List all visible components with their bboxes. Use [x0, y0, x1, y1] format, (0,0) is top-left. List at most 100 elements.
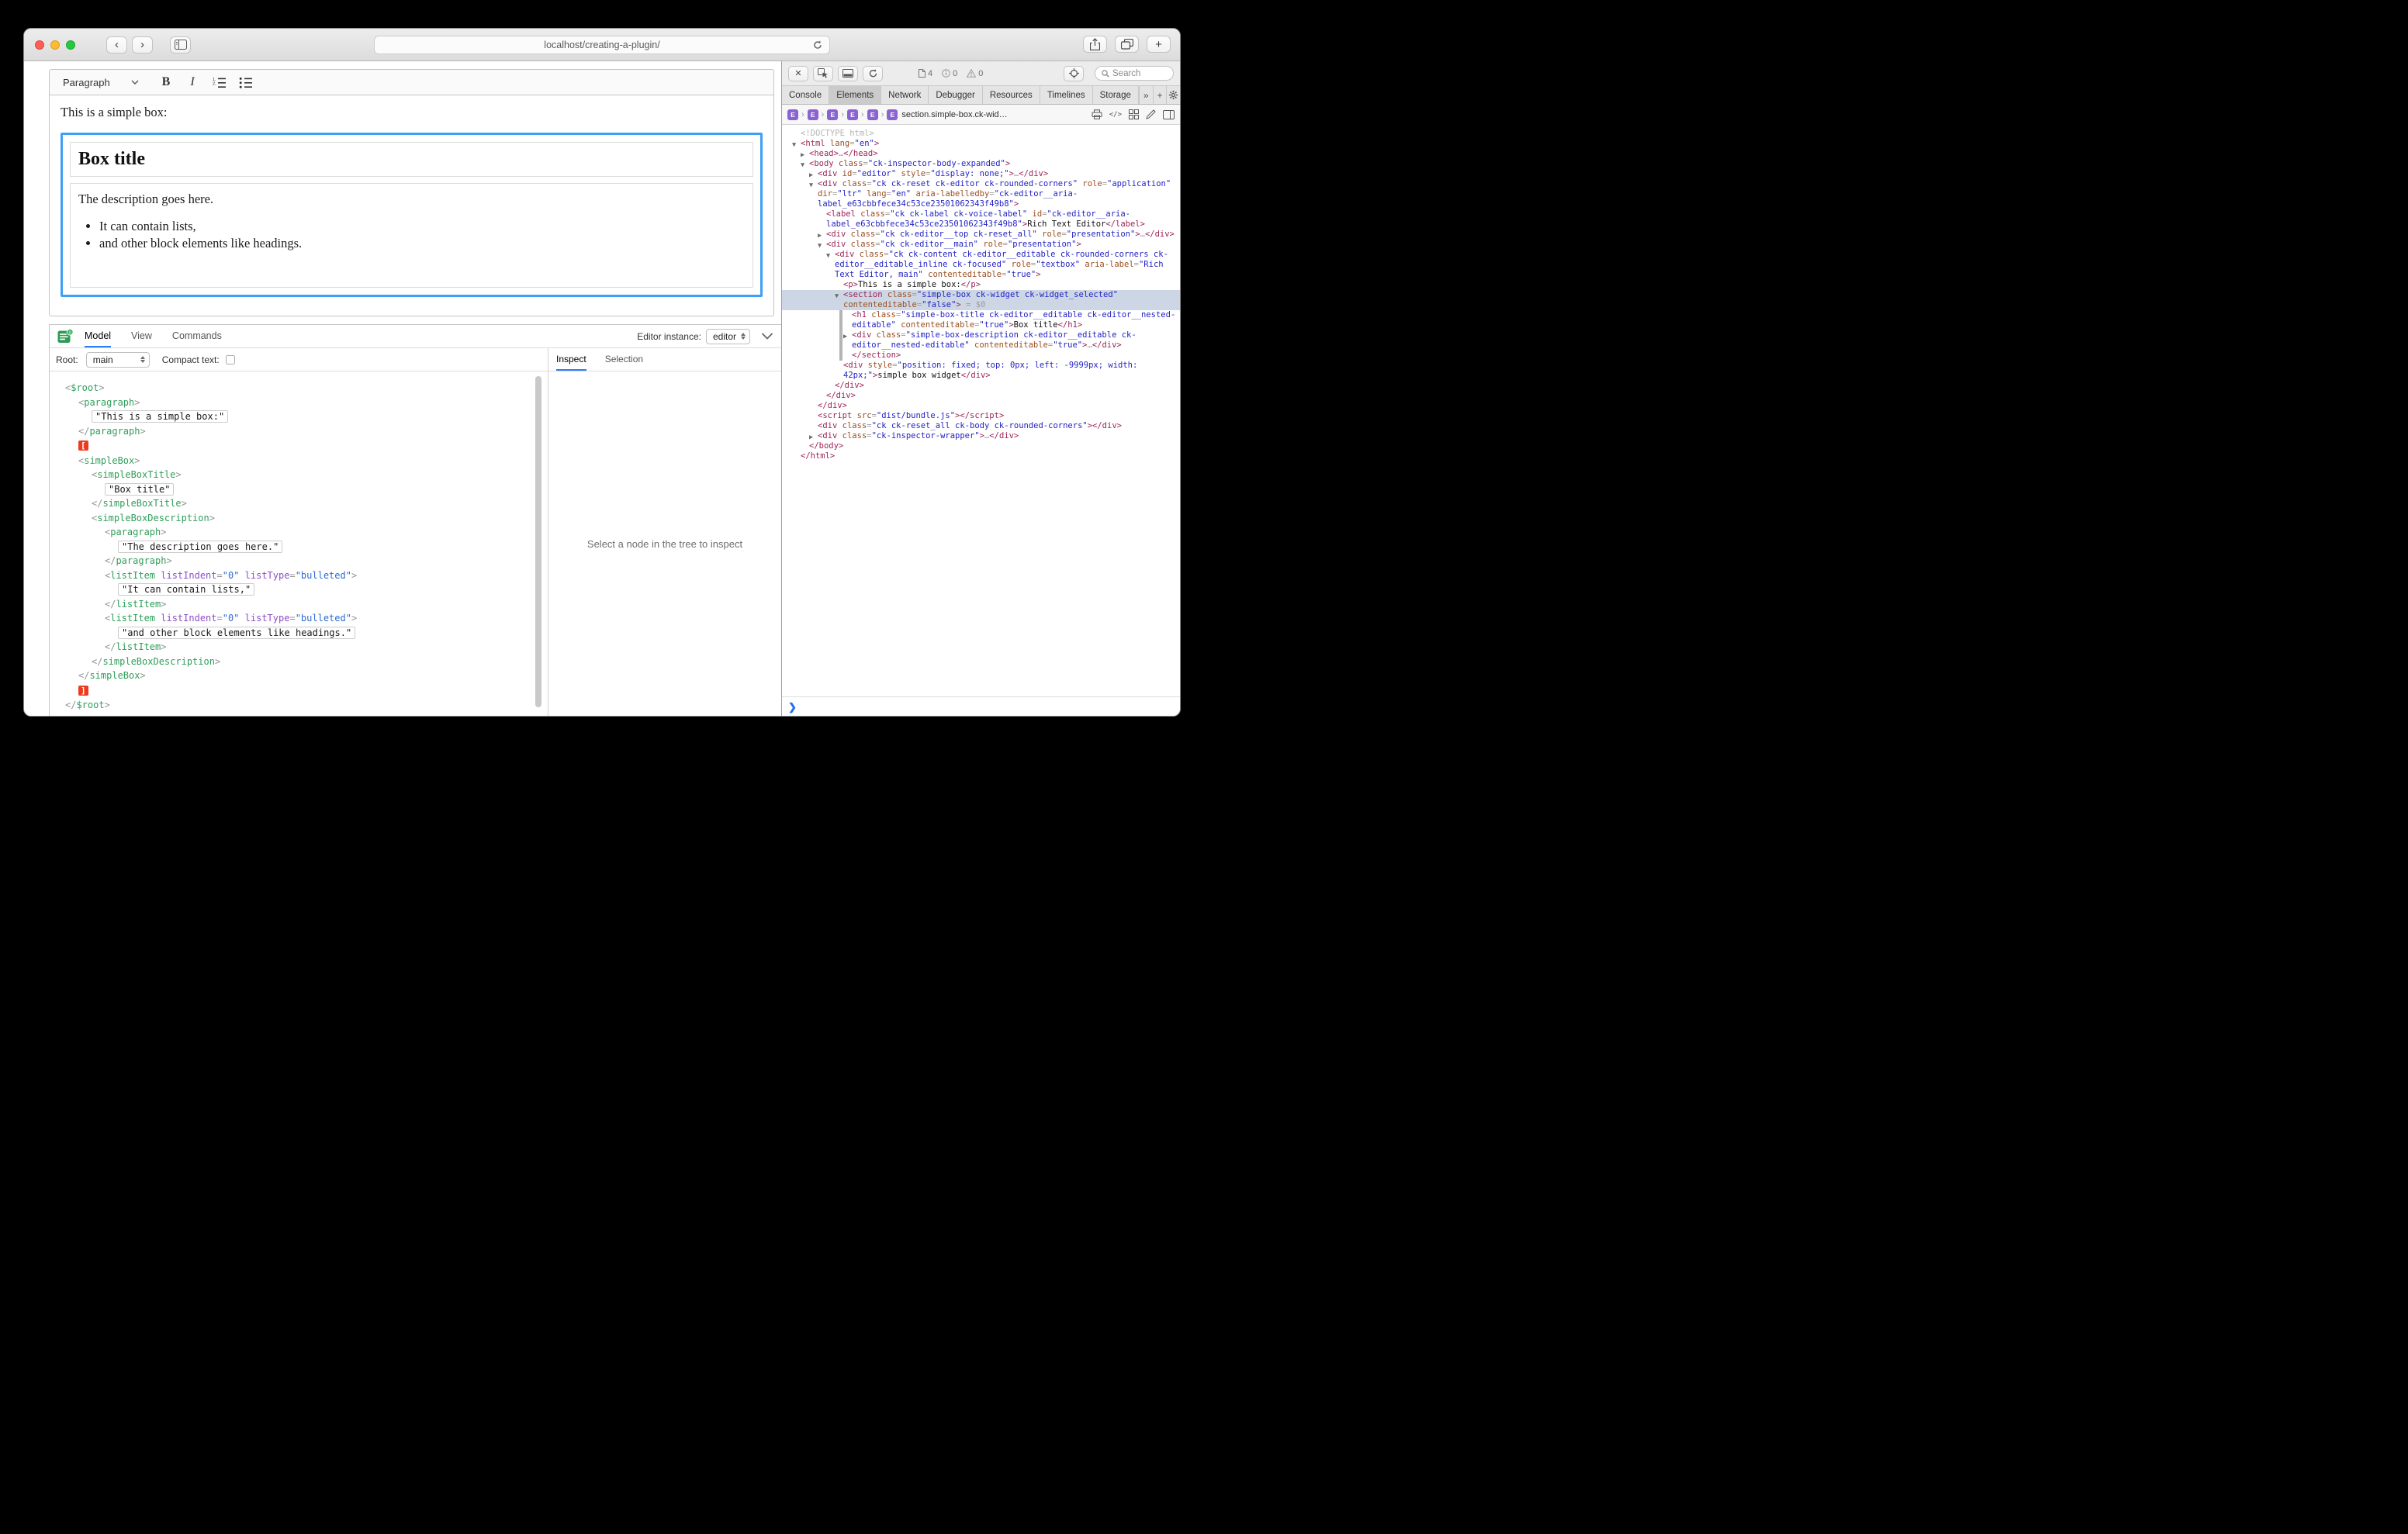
element-badge[interactable]: E	[808, 109, 818, 120]
inspector-collapse-button[interactable]	[761, 333, 773, 340]
collapse-arrow-icon[interactable]: ▼	[835, 292, 839, 302]
dom-tree-line[interactable]: <label class="ck ck-label ck-voice-label…	[782, 209, 1180, 230]
simple-box-widget[interactable]: Box title The description goes here. It …	[61, 133, 763, 297]
resource-count-badge[interactable]: 4	[919, 69, 932, 78]
console-prompt[interactable]: ❯	[782, 696, 1180, 717]
inspector-tab-model[interactable]: Model	[85, 325, 111, 347]
devtools-tab-debugger[interactable]: Debugger	[929, 86, 983, 104]
model-tree-line[interactable]: <paragraph>	[57, 525, 529, 540]
devtools-add-tab-button[interactable]: +	[1153, 86, 1167, 104]
dom-tree-line[interactable]: ▶<div id="editor" style="display: none;"…	[782, 169, 1180, 179]
numbered-list-button[interactable]: 1.2.	[208, 72, 230, 92]
dom-tree-line[interactable]: ▶<div class="ck-inspector-wrapper">…</di…	[782, 431, 1180, 441]
dom-tree-line[interactable]: ▶<div class="simple-box-description ck-e…	[782, 330, 1180, 351]
print-icon[interactable]	[1092, 109, 1102, 119]
tab-overview-button[interactable]	[1115, 36, 1139, 53]
dom-tree-line[interactable]: </html>	[782, 451, 1180, 461]
model-tree-line[interactable]: </simpleBoxTitle>	[57, 496, 529, 511]
model-tree-line[interactable]: ]	[57, 683, 529, 699]
italic-button[interactable]: I	[182, 72, 203, 92]
edit-pencil-icon[interactable]	[1146, 109, 1156, 119]
bulleted-list-button[interactable]	[234, 72, 256, 92]
inspector-side-tab-inspect[interactable]: Inspect	[556, 348, 586, 371]
dom-tree-line[interactable]: ▼<body class="ck-inspector-body-expanded…	[782, 159, 1180, 169]
list-item[interactable]: It can contain lists,	[99, 219, 745, 234]
model-tree-line[interactable]: <simpleBoxDescription>	[57, 511, 529, 526]
collapse-arrow-icon[interactable]: ▼	[826, 251, 830, 261]
model-tree-line[interactable]: "and other block elements like headings.…	[57, 626, 529, 641]
model-tree-line[interactable]: </listItem>	[57, 597, 529, 612]
dom-tree-line[interactable]: ▶<head>…</head>	[782, 149, 1180, 159]
model-tree-line[interactable]: <listItem listIndent="0" listType="bulle…	[57, 611, 529, 626]
expand-arrow-icon[interactable]: ▶	[843, 332, 847, 342]
reload-icon[interactable]	[812, 40, 823, 50]
sidebar-toggle-button[interactable]	[170, 36, 191, 54]
dom-tree-line[interactable]: <p>This is a simple box:</p>	[782, 280, 1180, 290]
dom-tree-line[interactable]: </section>	[782, 351, 1180, 361]
model-tree-line[interactable]: <$root>	[57, 381, 529, 396]
model-tree-line[interactable]: "This is a simple box:"	[57, 409, 529, 424]
inspector-tab-view[interactable]: View	[131, 325, 152, 347]
model-tree-line[interactable]: "The description goes here."	[57, 540, 529, 555]
model-tree-line[interactable]: "It can contain lists,"	[57, 582, 529, 597]
intro-paragraph[interactable]: This is a simple box:	[61, 105, 763, 120]
dock-side-button[interactable]	[838, 66, 858, 81]
list-item[interactable]: and other block elements like headings.	[99, 236, 745, 251]
model-tree-line[interactable]: <paragraph>	[57, 396, 529, 410]
heading-dropdown[interactable]: Paragraph	[56, 72, 146, 92]
devtools-reload-button[interactable]	[863, 66, 883, 81]
model-tree-line[interactable]: [	[57, 438, 529, 454]
devtools-more-tabs-button[interactable]: »	[1139, 86, 1153, 104]
dom-tree-line[interactable]: ▼<html lang="en">	[782, 139, 1180, 149]
breadcrumb-current-node[interactable]: section.simple-box.ck-wid…	[901, 110, 1007, 119]
devtools-tab-storage[interactable]: Storage	[1093, 86, 1139, 104]
dom-tree-line[interactable]: </div>	[782, 391, 1180, 401]
element-search-target-button[interactable]	[1064, 66, 1084, 81]
devtools-settings-button[interactable]	[1166, 86, 1180, 104]
inspector-tab-commands[interactable]: Commands	[172, 325, 222, 347]
inspector-side-tab-selection[interactable]: Selection	[605, 348, 643, 371]
dom-tree-line[interactable]: <h1 class="simple-box-title ck-editor__e…	[782, 310, 1180, 330]
element-badge[interactable]: E	[887, 109, 898, 120]
bold-button[interactable]: B	[155, 72, 177, 92]
simple-box-description-editable[interactable]: The description goes here. It can contai…	[70, 183, 753, 288]
element-badge[interactable]: E	[867, 109, 878, 120]
root-select[interactable]: main	[86, 352, 150, 368]
details-sidebar-icon[interactable]	[1163, 110, 1175, 119]
minimize-window-button[interactable]	[50, 40, 60, 50]
devtools-tab-console[interactable]: Console	[782, 86, 829, 104]
console-info-count[interactable]: 0	[942, 69, 957, 78]
element-badge[interactable]: E	[827, 109, 838, 120]
dom-tree-line[interactable]: <div class="ck ck-reset_all ck-body ck-r…	[782, 421, 1180, 431]
editor-instance-select[interactable]: editor	[706, 329, 750, 344]
zoom-window-button[interactable]	[66, 40, 75, 50]
model-tree-line[interactable]: </listItem>	[57, 640, 529, 655]
box-title-heading[interactable]: Box title	[78, 149, 745, 170]
model-tree-line[interactable]: </simpleBoxDescription>	[57, 655, 529, 669]
dom-tree-line[interactable]: ▼<div class="ck ck-editor__main" role="p…	[782, 240, 1180, 250]
model-tree-line[interactable]: </paragraph>	[57, 424, 529, 439]
model-tree-line[interactable]: <simpleBoxTitle>	[57, 468, 529, 482]
model-tree-scrollbar[interactable]	[535, 376, 541, 707]
devtools-tab-resources[interactable]: Resources	[983, 86, 1040, 104]
devtools-tab-timelines[interactable]: Timelines	[1040, 86, 1093, 104]
dom-tree-line[interactable]: </div>	[782, 381, 1180, 391]
compact-text-checkbox[interactable]	[226, 355, 235, 364]
collapse-arrow-icon[interactable]: ▼	[809, 181, 813, 191]
forward-button[interactable]: ›	[132, 36, 153, 54]
element-badge[interactable]: E	[787, 109, 798, 120]
dom-tree-line[interactable]: </div>	[782, 401, 1180, 411]
back-button[interactable]: ‹	[106, 36, 127, 54]
dom-tree-line[interactable]: ▼<div class="ck ck-reset ck-editor ck-ro…	[782, 179, 1180, 209]
devtools-tab-elements[interactable]: Elements	[829, 86, 881, 104]
devtools-tab-network[interactable]: Network	[881, 86, 929, 104]
dom-tree-line[interactable]: <!DOCTYPE html>	[782, 129, 1180, 139]
devtools-search-field[interactable]: Search	[1095, 66, 1174, 81]
dom-tree-line[interactable]: ▼<div class="ck ck-content ck-editor__ed…	[782, 250, 1180, 280]
model-tree-line[interactable]: </$root>	[57, 698, 529, 713]
console-warning-count[interactable]: 0	[967, 69, 983, 78]
element-badge[interactable]: E	[847, 109, 858, 120]
simple-box-title-editable[interactable]: Box title	[70, 142, 753, 177]
model-tree-line[interactable]: <listItem listIndent="0" listType="bulle…	[57, 568, 529, 583]
share-button[interactable]	[1083, 36, 1107, 53]
